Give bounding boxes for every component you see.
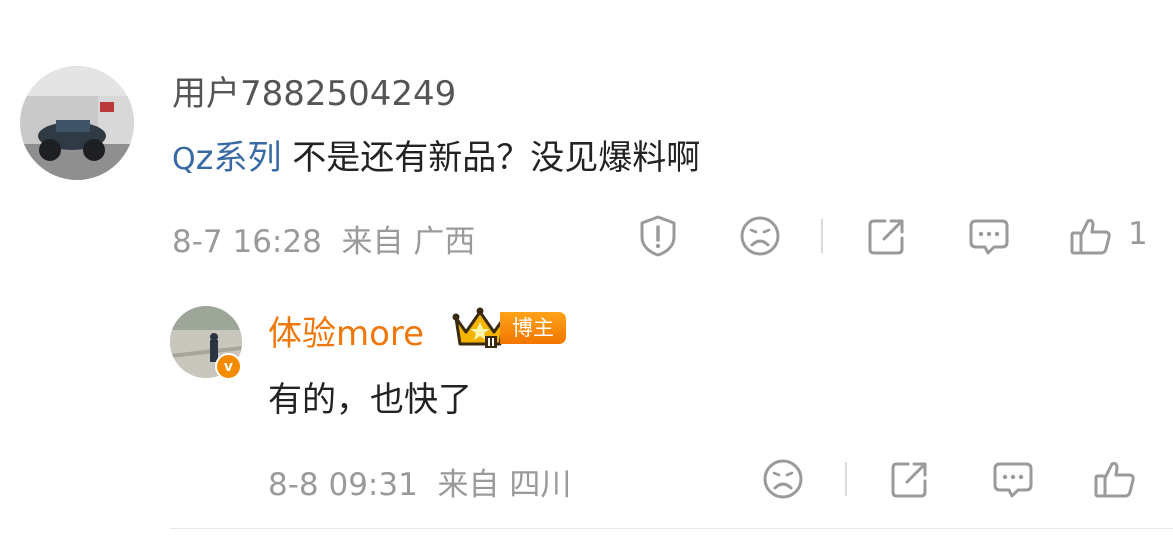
like-count: 1 (1128, 216, 1148, 252)
like-icon (1070, 219, 1111, 255)
avatar[interactable] (20, 66, 134, 180)
dislike-button[interactable] (737, 213, 783, 259)
topic-label: z系列 (195, 138, 282, 178)
comment-date: 8-7 16:28 (172, 224, 322, 260)
reply-like-button[interactable] (1092, 456, 1138, 502)
reply-text: 有的，也快了 (268, 380, 472, 420)
reply-share-button[interactable] (887, 456, 933, 502)
blogger-badge: 博主 (500, 312, 566, 344)
report-icon (640, 215, 676, 257)
reply-dislike-button[interactable] (760, 456, 806, 502)
reply-date: 8-8 09:31 (268, 467, 418, 503)
search-icon: Q (172, 142, 196, 177)
like-icon (1094, 462, 1135, 498)
dislike-icon (763, 459, 803, 499)
comment-username[interactable]: 用户7882504249 (172, 66, 456, 115)
reply-location: 四川 (509, 467, 572, 503)
dislike-icon (740, 216, 780, 256)
reply-comment-button[interactable] (990, 456, 1036, 502)
divider (170, 528, 1173, 529)
verified-badge-icon: v (215, 353, 242, 380)
share-icon (891, 462, 927, 498)
comment-icon (969, 219, 1009, 255)
action-separator (821, 219, 823, 253)
comment-location: 广西 (413, 224, 476, 260)
action-separator (845, 462, 847, 496)
share-icon (868, 219, 904, 255)
comment-button[interactable] (966, 213, 1012, 259)
comment-text: Qz系列 不是还有新品？没见爆料啊 (172, 130, 700, 179)
reply-username[interactable]: 体验more (268, 306, 424, 355)
share-button[interactable] (864, 213, 910, 259)
reply-meta: 8-8 09:31 来自 四川 (268, 459, 571, 504)
comment-body: 不是还有新品？没见爆料啊 (281, 138, 701, 178)
topic-link[interactable]: Qz系列 (172, 138, 281, 178)
report-button[interactable] (635, 213, 681, 259)
comment-icon (993, 462, 1033, 498)
from-label: 来自 (437, 467, 500, 503)
comment-meta: 8-7 16:28 来自 广西 (172, 216, 475, 261)
from-label: 来自 (341, 224, 404, 260)
like-button[interactable] (1068, 213, 1114, 259)
